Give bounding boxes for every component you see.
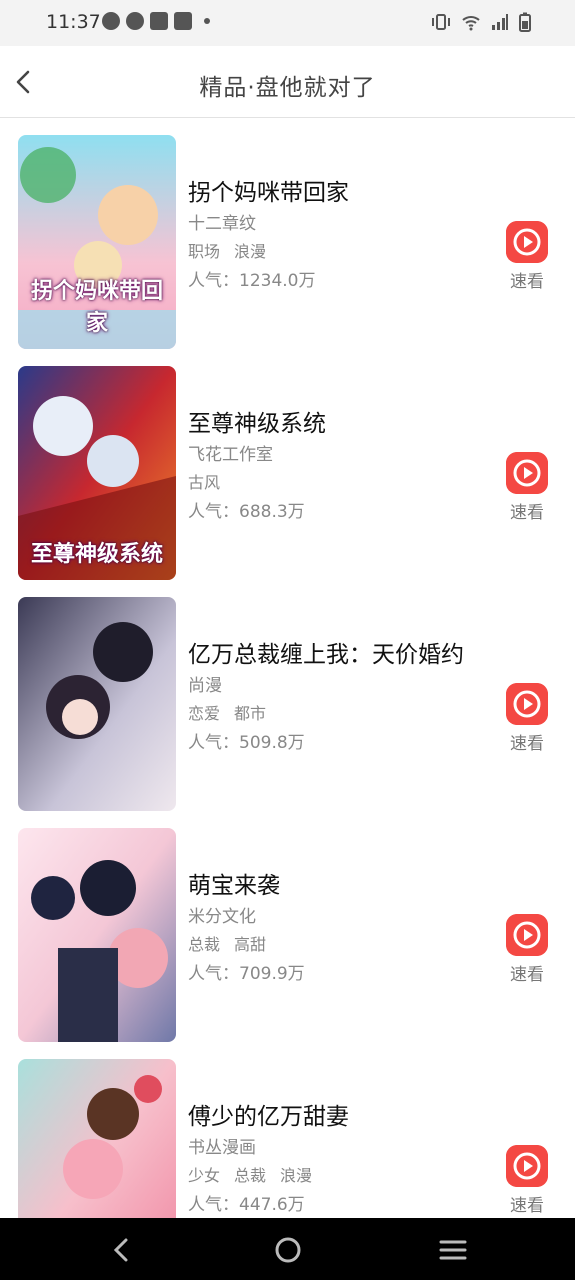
nav-menu-button[interactable]	[437, 1234, 469, 1266]
cover-image	[18, 828, 176, 1042]
cover-image	[18, 1059, 176, 1218]
comic-popularity: 人气：709.9万	[188, 964, 305, 984]
tag: 都市	[234, 704, 267, 723]
tag: 总裁	[234, 1166, 267, 1185]
comic-title[interactable]: 拐个妈咪带回家	[188, 173, 349, 207]
vibrate-icon	[432, 14, 450, 30]
comic-popularity: 人气：447.6万	[188, 1195, 305, 1215]
comic-tags: 恋爱 都市	[188, 700, 266, 724]
comic-item[interactable]: 傅少的亿万甜妻 书丛漫画 少女 总裁 浪漫 人气：447.6万 速看	[0, 1042, 575, 1218]
wifi-icon	[462, 16, 480, 31]
play-icon	[506, 452, 548, 494]
play-icon	[506, 221, 548, 263]
nav-menu-icon	[439, 1240, 467, 1260]
comic-tags: 职场 浪漫	[188, 238, 266, 262]
comic-author: 飞花工作室	[188, 445, 273, 465]
comic-title[interactable]: 傅少的亿万甜妻	[188, 1097, 349, 1131]
quick-read-label: 速看	[510, 272, 544, 292]
tag: 古风	[188, 473, 221, 492]
comic-author: 十二章纹	[188, 214, 256, 234]
comic-popularity: 人气：509.8万	[188, 733, 305, 753]
comic-cover[interactable]	[18, 828, 176, 1042]
tag: 职场	[188, 242, 221, 261]
nav-home-button[interactable]	[272, 1234, 304, 1266]
quick-read-button[interactable]: 速看	[505, 914, 549, 985]
comic-title[interactable]: 至尊神级系统	[188, 404, 326, 438]
cover-title: 拐个妈咪带回家	[30, 278, 163, 336]
system-icons	[431, 12, 531, 32]
comic-title[interactable]: 亿万总裁缠上我：天价婚约	[188, 635, 464, 669]
quick-read-label: 速看	[510, 734, 544, 754]
cover-image	[18, 597, 176, 811]
comic-cover[interactable]	[18, 597, 176, 811]
tag: 少女	[188, 1166, 221, 1185]
tag: 浪漫	[280, 1166, 313, 1185]
play-icon	[506, 683, 548, 725]
comic-tags: 总裁 高甜	[188, 931, 266, 955]
title-bar: 精品·盘他就对了	[0, 46, 575, 118]
comic-popularity: 人气：1234.0万	[188, 271, 316, 291]
play-icon	[506, 1145, 548, 1187]
system-nav-bar	[0, 1218, 575, 1280]
comic-item[interactable]: 至尊神级系统 至尊神级系统 飞花工作室 古风 人气：688.3万 速看	[0, 349, 575, 580]
quick-read-button[interactable]: 速看	[505, 683, 549, 754]
page-title: 精品·盘他就对了	[199, 75, 376, 101]
comic-cover[interactable]: 拐个妈咪带回家	[18, 135, 176, 349]
chat-icon	[102, 12, 120, 30]
status-bar: 11:37	[0, 0, 575, 46]
comic-author: 尚漫	[188, 676, 222, 696]
quick-read-button[interactable]: 速看	[505, 452, 549, 523]
tag: 恋爱	[188, 704, 221, 723]
tag: 总裁	[188, 935, 221, 954]
bag-icon	[174, 12, 192, 30]
mail-icon	[150, 12, 168, 30]
comic-item[interactable]: 萌宝来袭 米分文化 总裁 高甜 人气：709.9万 速看	[0, 811, 575, 1042]
comic-popularity: 人气：688.3万	[188, 502, 305, 522]
dot-icon	[204, 18, 210, 24]
comic-item[interactable]: 拐个妈咪带回家 拐个妈咪带回家 十二章纹 职场 浪漫 人气：1234.0万 速看	[0, 118, 575, 349]
quick-read-button[interactable]: 速看	[505, 221, 549, 292]
comic-tags: 古风	[188, 469, 220, 493]
battery-icon	[519, 12, 531, 32]
nav-back-icon	[113, 1238, 128, 1262]
signal-icon	[492, 14, 508, 30]
tag: 浪漫	[234, 242, 267, 261]
quick-read-button[interactable]: 速看	[505, 1145, 549, 1216]
quick-read-label: 速看	[510, 965, 544, 985]
tag: 高甜	[234, 935, 267, 954]
notification-icons	[102, 12, 210, 30]
cover-title: 至尊神级系统	[30, 541, 163, 567]
comic-tags: 少女 总裁 浪漫	[188, 1162, 312, 1186]
play-icon	[506, 914, 548, 956]
comic-author: 米分文化	[188, 907, 256, 927]
comic-cover[interactable]	[18, 1059, 176, 1218]
comic-list: 拐个妈咪带回家 拐个妈咪带回家 十二章纹 职场 浪漫 人气：1234.0万 速看…	[0, 118, 575, 1218]
nav-back-button[interactable]	[106, 1234, 138, 1266]
comic-title[interactable]: 萌宝来袭	[188, 866, 280, 900]
comic-item[interactable]: 亿万总裁缠上我：天价婚约 尚漫 恋爱 都市 人气：509.8万 速看	[0, 580, 575, 811]
nav-home-icon	[275, 1237, 301, 1263]
quick-read-label: 速看	[510, 503, 544, 523]
comic-author: 书丛漫画	[188, 1138, 256, 1158]
quick-read-label: 速看	[510, 1196, 544, 1216]
status-time: 11:37	[46, 11, 101, 33]
comic-cover[interactable]: 至尊神级系统	[18, 366, 176, 580]
check-circle-icon	[126, 12, 144, 30]
